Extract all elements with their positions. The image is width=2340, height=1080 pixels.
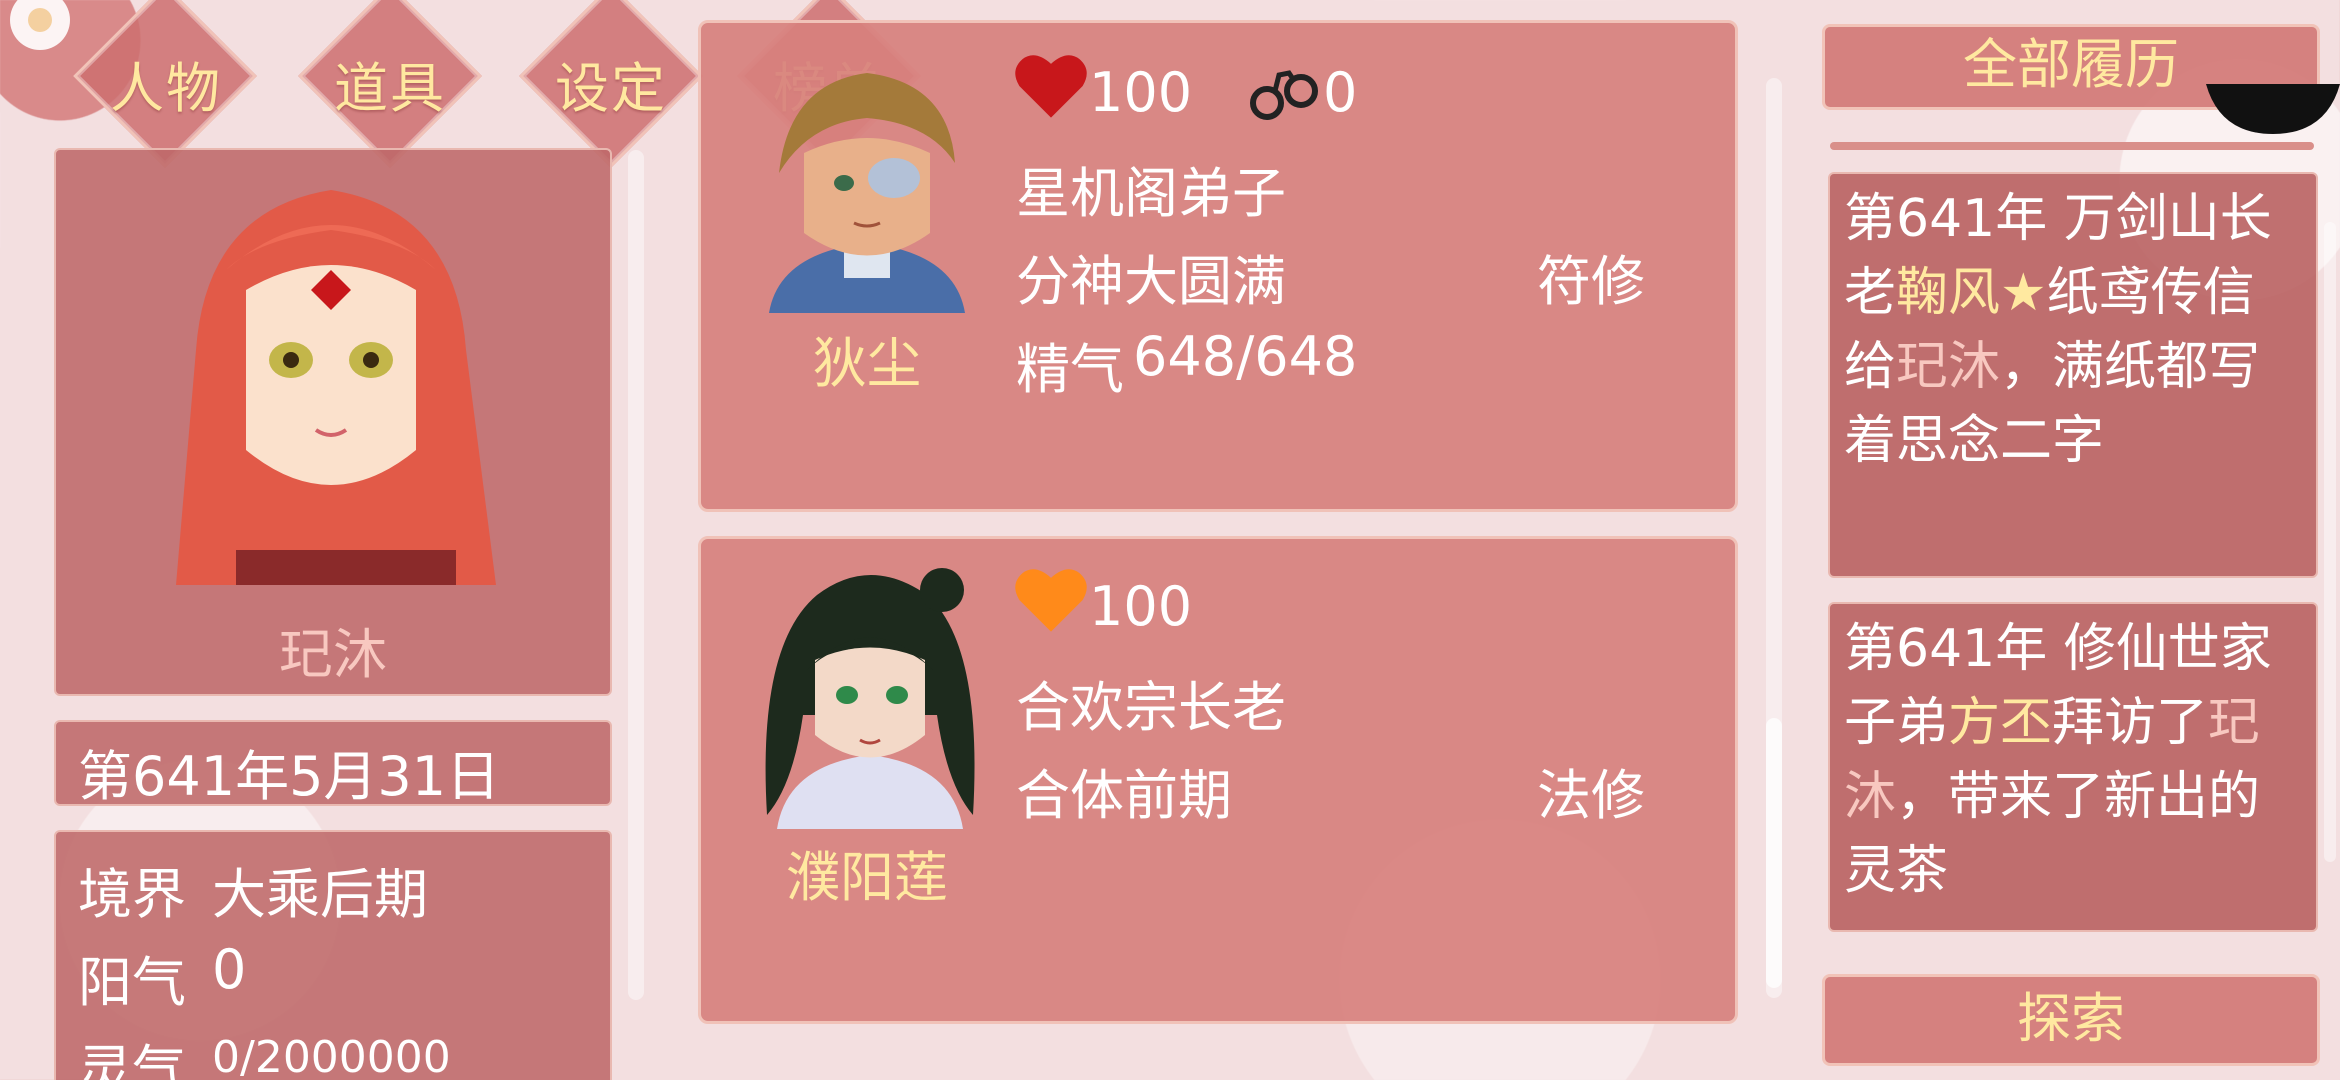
all-history-label: 全部履历: [1963, 33, 2179, 96]
npc-realm: 合体前期: [1016, 764, 1232, 827]
explore-label: 探索: [2017, 987, 2125, 1050]
npc-card[interactable]: 狄尘 100 0 星机阁弟子 分神大圆满 符修 精气 648/648: [698, 20, 1738, 512]
npc-card[interactable]: 濮阳莲 100 合欢宗长老 合体前期 法修: [698, 536, 1738, 1024]
yang-label: 阳气: [78, 951, 186, 1014]
player-avatar[interactable]: [116, 150, 546, 585]
npc-avatar[interactable]: [749, 63, 985, 313]
left-scrollbar[interactable]: [628, 150, 644, 1000]
npc-name: 濮阳莲: [786, 846, 948, 909]
npc-avatar[interactable]: [757, 565, 983, 829]
npc-school: 法修: [1537, 764, 1645, 827]
npc-school: 符修: [1537, 250, 1645, 313]
explore-button[interactable]: 探索: [1822, 974, 2320, 1066]
ling-value: 0/2000000: [212, 1032, 451, 1080]
essence-value: 648/648: [1133, 325, 1358, 388]
npc-title: 星机阁弟子: [1016, 162, 1286, 225]
ling-label: 灵气: [78, 1039, 186, 1080]
date-panel: 第641年5月31日: [54, 720, 612, 808]
npc-list-scrollbar[interactable]: [1766, 78, 1782, 998]
essence-label: 精气: [1016, 338, 1124, 401]
npc-name: 狄尘: [813, 332, 921, 395]
affection-value: 100: [1089, 61, 1193, 124]
history-entry: 第641年 万剑山长老鞠风★纸鸢传信给玘沐，满纸都写着思念二字: [1828, 172, 2318, 578]
npc-title: 合欢宗长老: [1016, 676, 1286, 739]
cuffs-value: 0: [1323, 61, 1358, 124]
history-scrollbar[interactable]: [2324, 222, 2336, 862]
scroll-thumb[interactable]: [1766, 718, 1782, 988]
bowl-icon: [2206, 80, 2340, 138]
yang-value: 0: [212, 938, 247, 1001]
player-name: 玘沐: [279, 623, 387, 686]
handcuffs-icon: [1247, 51, 1323, 131]
history-entry: 第641年 修仙世家子弟方丕拜访了玘沐，带来了新出的灵茶: [1828, 602, 2318, 932]
tab-settings-label[interactable]: 设定: [516, 44, 706, 123]
realm-label: 境界: [78, 863, 186, 926]
history-divider: [1830, 142, 2314, 150]
history-text: ，带来了新出的灵茶: [1844, 767, 2261, 901]
affection-value: 100: [1089, 575, 1193, 638]
history-highlight[interactable]: 方丕: [1948, 693, 2052, 753]
tab-character-label[interactable]: 人物: [71, 44, 261, 123]
heart-icon: [1013, 51, 1089, 125]
player-portrait-panel: 玘沐: [54, 148, 612, 696]
npc-realm: 分神大圆满: [1016, 250, 1286, 313]
history-highlight[interactable]: 玘沐: [1896, 337, 2000, 397]
history-highlight[interactable]: 鞠风★: [1896, 263, 2047, 323]
tab-items-label[interactable]: 道具: [295, 44, 485, 123]
heart-icon: [1013, 565, 1089, 639]
history-text: 拜访了: [2052, 693, 2209, 753]
game-date: 第641年5月31日: [78, 745, 501, 808]
realm-value: 大乘后期: [212, 863, 428, 926]
stats-panel: 境界 大乘后期 阳气 0 灵气 0/2000000: [54, 830, 612, 1080]
